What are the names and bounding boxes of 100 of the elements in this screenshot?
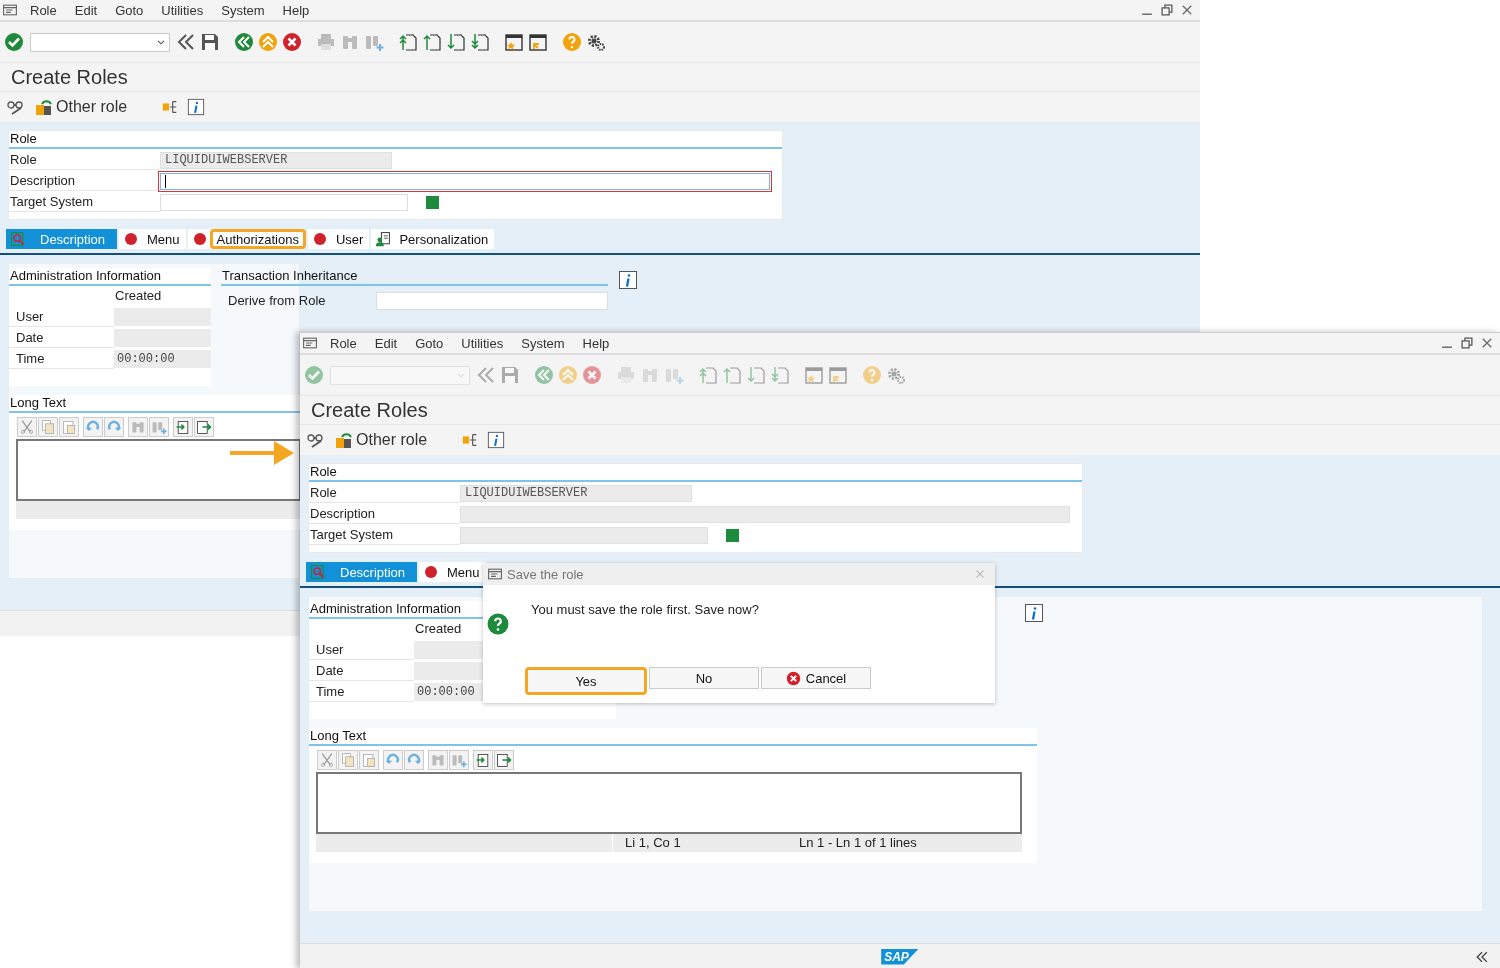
copy-icon[interactable]	[340, 752, 356, 768]
settings-icon[interactable]	[586, 32, 606, 52]
input-field[interactable]	[160, 172, 770, 190]
help-icon[interactable]	[862, 365, 882, 385]
column-heading: Created	[115, 288, 162, 303]
export-icon[interactable]	[496, 752, 512, 768]
input-field[interactable]: LIQUIDUIWEBSERVER	[160, 151, 392, 169]
info-icon[interactable]	[487, 431, 506, 449]
field-label: Target System	[309, 525, 460, 545]
menu-icon[interactable]	[2, 2, 18, 18]
binoculars-plus-icon[interactable]	[451, 752, 467, 768]
status-text: Ln 1 - Ln 1 of 1 lines	[798, 834, 917, 852]
screen-title: Create Roles	[300, 395, 1500, 424]
dialog-button[interactable]: Yes	[525, 667, 647, 695]
dialog-title: Save the role	[507, 566, 584, 582]
group-heading: Long Text	[9, 395, 301, 413]
print-icon[interactable]	[616, 365, 636, 385]
tab[interactable]: Description	[328, 562, 418, 582]
check-icon[interactable]	[304, 365, 324, 385]
tab[interactable]: Description	[28, 229, 118, 249]
person-document-icon	[375, 231, 392, 247]
print-icon[interactable]	[316, 32, 336, 52]
next-page-icon[interactable]	[746, 365, 766, 385]
text-area[interactable]	[16, 439, 301, 501]
binoculars-plus-icon[interactable]	[151, 419, 167, 435]
menu-item[interactable]: Role	[24, 2, 63, 18]
status-dot-icon	[311, 231, 328, 247]
previous-page-icon[interactable]	[422, 32, 442, 52]
dialog-button[interactable]: Cancel	[761, 667, 871, 689]
input-field: 00:00:00	[114, 349, 211, 368]
status-dot-icon	[423, 564, 440, 580]
first-page-icon[interactable]	[398, 32, 418, 52]
import-icon[interactable]	[475, 752, 491, 768]
field-label: Target System	[9, 192, 160, 212]
menu-icon[interactable]	[302, 335, 318, 351]
command-field[interactable]	[30, 32, 170, 52]
last-page-icon[interactable]	[470, 32, 490, 52]
menu-item[interactable]: System	[515, 335, 571, 351]
tab[interactable]: Authorizations	[209, 229, 306, 249]
cut-icon[interactable]	[19, 419, 35, 435]
menu-item[interactable]: Help	[576, 335, 616, 351]
command-field[interactable]	[330, 365, 470, 385]
tab[interactable]: Menu	[141, 229, 186, 249]
column-heading: Created	[415, 621, 462, 636]
binoculars-icon[interactable]	[130, 419, 146, 435]
input-field[interactable]	[376, 291, 608, 310]
menu-item[interactable]: Help	[276, 2, 316, 18]
tab[interactable]: Personalization	[393, 229, 495, 249]
role-icon	[334, 430, 354, 450]
binoculars-icon[interactable]	[430, 752, 446, 768]
menu-item[interactable]: Edit	[368, 335, 404, 351]
close-icon[interactable]	[1480, 336, 1494, 350]
dialog-button[interactable]: No	[649, 667, 759, 689]
copy-icon[interactable]	[40, 419, 56, 435]
annotation-arrow	[230, 441, 294, 465]
paste-icon[interactable]	[61, 419, 77, 435]
info-icon[interactable]	[618, 270, 638, 290]
role-icon	[34, 97, 54, 117]
menu-item[interactable]: Utilities	[455, 335, 510, 351]
previous-page-icon[interactable]	[722, 365, 742, 385]
question-icon	[487, 613, 509, 635]
input-field[interactable]: LIQUIDUIWEBSERVER	[460, 484, 692, 502]
text-area[interactable]	[316, 772, 1022, 834]
import-icon[interactable]	[175, 419, 191, 435]
first-page-icon[interactable]	[698, 365, 718, 385]
back-icon[interactable]	[234, 32, 254, 52]
check-icon[interactable]	[4, 32, 24, 52]
cancel-icon[interactable]	[582, 365, 602, 385]
group-heading: Role	[309, 464, 1082, 482]
other-role-button[interactable]: Other role	[34, 97, 148, 117]
input-field[interactable]	[160, 193, 408, 211]
close-icon[interactable]	[1180, 3, 1194, 17]
status-dot-icon	[123, 231, 140, 247]
paste-icon[interactable]	[361, 752, 377, 768]
cancel-icon	[785, 670, 801, 686]
info-icon[interactable]	[187, 98, 206, 116]
menu-item[interactable]: Role	[324, 335, 363, 351]
export-icon[interactable]	[196, 419, 212, 435]
field-label: Role	[309, 483, 460, 503]
save-icon[interactable]	[200, 32, 220, 52]
double-chevron-icon[interactable]	[176, 32, 196, 52]
up-icon[interactable]	[558, 365, 578, 385]
menu-item[interactable]: Edit	[68, 2, 104, 18]
cut-icon[interactable]	[319, 752, 335, 768]
restore-icon[interactable]	[1460, 336, 1474, 350]
group-heading: Administration Information	[9, 268, 211, 286]
menu-item[interactable]: Utilities	[155, 2, 210, 18]
next-page-icon[interactable]	[446, 32, 466, 52]
menu-item[interactable]: Goto	[109, 2, 150, 18]
back-icon[interactable]	[534, 365, 554, 385]
collapse-icon[interactable]	[1474, 949, 1490, 965]
menu-item[interactable]: System	[215, 2, 271, 18]
tab[interactable]: Menu	[441, 562, 486, 582]
cancel-icon[interactable]	[282, 32, 302, 52]
other-role-button[interactable]: Other role	[334, 430, 448, 450]
tab[interactable]: User	[329, 229, 370, 249]
menu-item[interactable]: Goto	[409, 335, 450, 351]
restore-icon[interactable]	[1160, 3, 1174, 17]
last-page-icon[interactable]	[770, 365, 790, 385]
info-icon[interactable]	[1024, 603, 1044, 623]
